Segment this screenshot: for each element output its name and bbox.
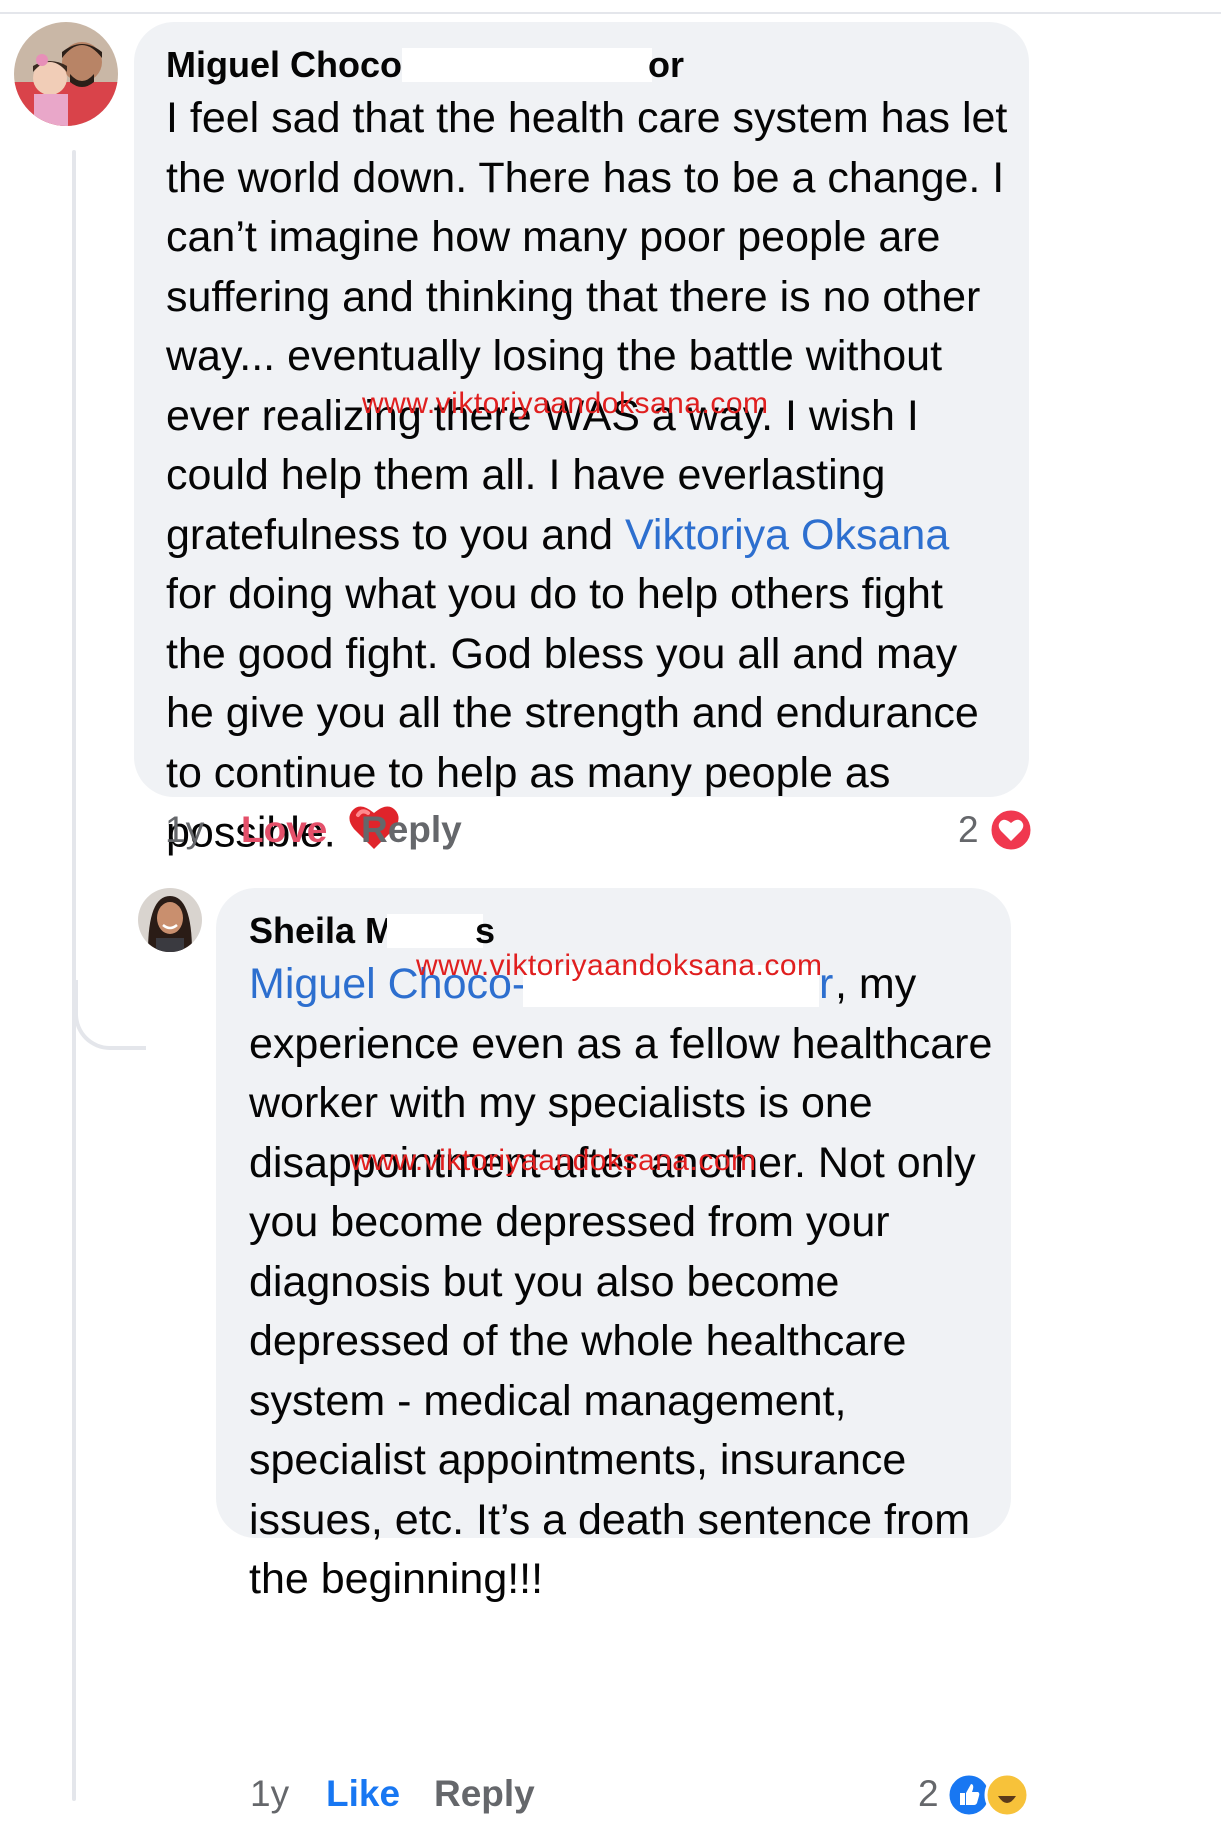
- avatar-miguel[interactable]: [14, 22, 118, 126]
- reply-button[interactable]: Reply: [361, 808, 462, 852]
- thread-connector-elbow: [74, 980, 146, 1050]
- top-divider: [0, 12, 1221, 14]
- comment-text: I feel sad that the health care system h…: [166, 89, 1029, 868]
- redacted-name-block: [387, 914, 483, 948]
- mention-link[interactable]: Viktoriya Oksana: [625, 511, 949, 559]
- comment-timestamp[interactable]: 1y: [165, 808, 204, 852]
- like-button[interactable]: Like: [326, 1772, 400, 1816]
- watermark-1: www.viktoriyaandoksana.com: [362, 387, 769, 420]
- watermark-2: www.viktoriyaandoksana.com: [416, 949, 823, 982]
- reply-author[interactable]: Sheila M s: [249, 910, 495, 952]
- haha-reaction-icon: [984, 1772, 1030, 1823]
- reply-reaction-count[interactable]: 2: [918, 1772, 939, 1816]
- watermark-3: www.viktoriyaandoksana.com: [350, 1144, 757, 1177]
- reply-bubble: Sheila M s Miguel Choco-r, my experience…: [216, 888, 1011, 1603]
- reply-actions: 1y Like Reply: [250, 1772, 650, 1816]
- comment-reaction-count[interactable]: 2: [958, 808, 979, 852]
- reply-timestamp[interactable]: 1y: [250, 1772, 289, 1816]
- love-reaction-icon: [988, 807, 1034, 858]
- reply-text: Miguel Choco-r, my experience even as a …: [249, 955, 1011, 1610]
- reply-button[interactable]: Reply: [434, 1772, 535, 1816]
- redacted-name-block: [402, 48, 652, 82]
- thread-connector-line: [72, 150, 76, 1801]
- profile-photo-icon: [138, 888, 202, 952]
- profile-photo-icon: [14, 22, 118, 126]
- comment-actions: 1y Love Reply: [165, 808, 565, 852]
- avatar-sheila[interactable]: [138, 888, 202, 952]
- love-button[interactable]: Love: [241, 808, 327, 852]
- comment-author[interactable]: Miguel Choco- or: [166, 44, 684, 86]
